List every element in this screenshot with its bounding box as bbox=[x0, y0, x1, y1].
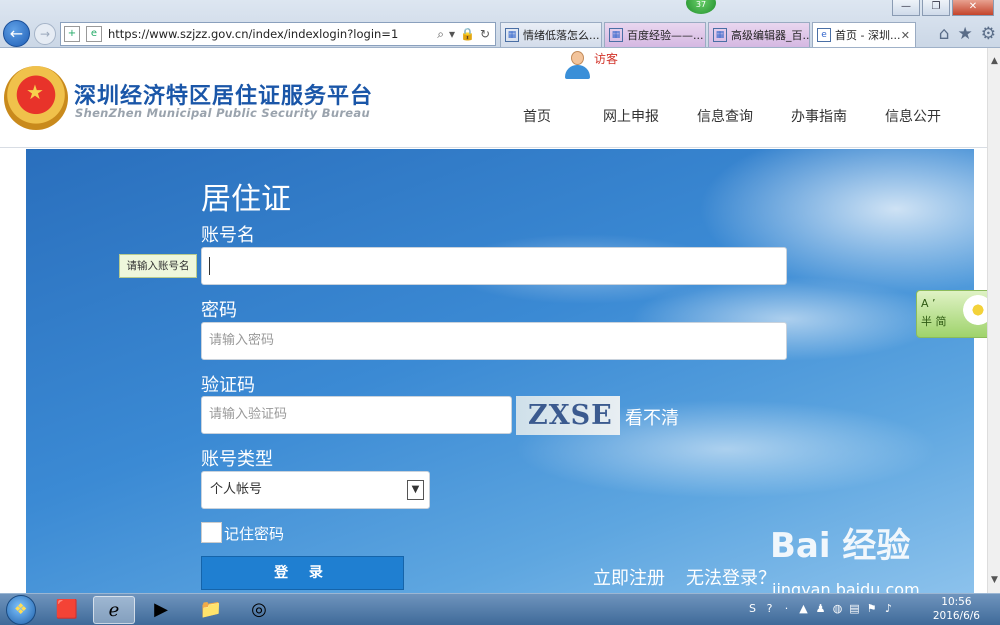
system-tray: S ? · ▲ ♟ ◍ ▤ ⚑ ♪ bbox=[746, 602, 895, 615]
close-button[interactable]: ✕ bbox=[952, 0, 994, 16]
remember-checkbox[interactable] bbox=[201, 522, 222, 543]
url-text[interactable]: https://www.szjzz.gov.cn/index/indexlogi… bbox=[105, 27, 437, 41]
visitor-info[interactable]: 访客 bbox=[562, 50, 618, 80]
account-type-label: 账号类型 bbox=[201, 449, 273, 470]
ie-taskbar-icon[interactable]: ℯ bbox=[93, 596, 135, 624]
clock-date: 2016/6/6 bbox=[932, 610, 980, 622]
flag-icon[interactable]: ⚑ bbox=[865, 602, 878, 615]
windows-flag-icon[interactable]: 🟥 bbox=[46, 596, 88, 624]
tab-2[interactable]: ▦ 高级编辑器_百... bbox=[708, 22, 810, 47]
taskbar: 🟥 ℯ ▶ 📁 ◎ S ? · ▲ ♟ ◍ ▤ ⚑ ♪ 10:56 2016/6… bbox=[0, 593, 1000, 625]
clock-time: 10:56 bbox=[941, 596, 972, 608]
browser-app-icon[interactable]: ◎ bbox=[238, 596, 280, 624]
nav-home[interactable]: 首页 bbox=[490, 106, 584, 126]
national-emblem-icon bbox=[4, 66, 68, 130]
browser-tools: ⌂ ★ ⚙ bbox=[939, 24, 996, 44]
tab-1[interactable]: ▦ 百度经验——... bbox=[604, 22, 706, 47]
password-label: 密码 bbox=[201, 300, 237, 321]
notification-badge[interactable]: 37 bbox=[686, 0, 716, 14]
arrow-right-icon: → bbox=[39, 27, 51, 41]
account-type-value: 个人帐号 bbox=[210, 482, 263, 497]
maximize-button[interactable]: ❐ bbox=[922, 0, 950, 16]
baidu-watermark: Bai 经验 bbox=[770, 526, 911, 566]
help-icon[interactable]: ? bbox=[763, 602, 776, 615]
address-bar[interactable]: + e https://www.szjzz.gov.cn/index/index… bbox=[60, 22, 496, 46]
clock[interactable]: 10:56 2016/6/6 bbox=[933, 595, 980, 623]
login-button[interactable]: 登 录 bbox=[201, 556, 404, 590]
scroll-up-icon[interactable]: ▲ bbox=[988, 56, 1000, 66]
ie-page-icon: e bbox=[86, 26, 102, 42]
arrow-left-icon: ← bbox=[9, 24, 24, 43]
visitor-label: 访客 bbox=[594, 51, 619, 66]
form-title: 居住证 bbox=[201, 182, 291, 217]
account-label: 账号名 bbox=[201, 225, 255, 246]
window-controls: — ❐ ✕ bbox=[892, 0, 994, 16]
tray-dot-icon[interactable]: · bbox=[780, 602, 793, 615]
captcha-label: 验证码 bbox=[201, 375, 255, 396]
close-tab-icon[interactable]: ✕ bbox=[901, 29, 915, 42]
minimize-button[interactable]: — bbox=[892, 0, 920, 16]
register-link[interactable]: 立即注册 bbox=[593, 564, 665, 590]
password-input[interactable]: 请输入密码 bbox=[201, 322, 787, 360]
site-header: 深圳经济特区居住证服务平台 ShenZhen Municipal Public … bbox=[0, 48, 987, 148]
nav-info-public[interactable]: 信息公开 bbox=[866, 106, 960, 126]
web-page: 深圳经济特区居住证服务平台 ShenZhen Municipal Public … bbox=[0, 48, 987, 593]
page-icon: ▦ bbox=[609, 28, 623, 42]
volume-icon[interactable]: ♪ bbox=[882, 602, 895, 615]
chevron-down-icon[interactable]: ▼ bbox=[407, 480, 424, 500]
scroll-down-icon[interactable]: ▼ bbox=[988, 575, 1000, 585]
remember-label: 记住密码 bbox=[224, 525, 285, 543]
account-input[interactable] bbox=[201, 247, 787, 285]
forward-button[interactable]: → bbox=[34, 23, 56, 45]
text-caret bbox=[209, 256, 210, 275]
captcha-input[interactable]: 请输入验证码 bbox=[201, 396, 512, 434]
back-button[interactable]: ← bbox=[3, 20, 30, 47]
refresh-captcha-link[interactable]: 看不清 bbox=[625, 404, 679, 430]
qq-icon[interactable]: ♟ bbox=[814, 602, 827, 615]
network-icon[interactable]: ▤ bbox=[848, 602, 861, 615]
tab-label: 情绪低落怎么... bbox=[523, 29, 600, 42]
browser-chrome: 37 — ❐ ✕ ← → + e https://www.szjzz.gov.c… bbox=[0, 0, 1000, 48]
star-icon[interactable]: ★ bbox=[958, 24, 973, 44]
nav-guide[interactable]: 办事指南 bbox=[772, 106, 866, 126]
lock-icon[interactable]: 🔒 bbox=[460, 27, 475, 42]
compat-view-icon[interactable]: + bbox=[64, 26, 80, 42]
tray-app-icon[interactable]: ◍ bbox=[831, 602, 844, 615]
media-player-icon[interactable]: ▶ bbox=[140, 596, 182, 624]
site-subtitle: ShenZhen Municipal Public Security Burea… bbox=[75, 106, 370, 120]
gear-icon[interactable]: ⚙ bbox=[981, 24, 996, 44]
search-icon[interactable]: ⌕ bbox=[437, 27, 444, 42]
sogou-icon[interactable]: S bbox=[746, 602, 759, 615]
tab-0[interactable]: ▦ 情绪低落怎么... bbox=[500, 22, 602, 47]
tab-label: 首页 - 深圳... bbox=[835, 29, 901, 42]
page-icon: ▦ bbox=[505, 28, 519, 42]
captcha-image[interactable]: ZXSE bbox=[516, 396, 620, 435]
page-scrollbar[interactable]: ▲ ▼ bbox=[987, 48, 1000, 593]
tab-label: 百度经验——... bbox=[627, 29, 704, 42]
address-tools: ⌕ ▾ 🔒 ↻ bbox=[437, 27, 495, 42]
tab-strip: ▦ 情绪低落怎么... ▦ 百度经验——... ▦ 高级编辑器_百... e 首页 - … bbox=[500, 22, 918, 47]
tray-arrow-icon[interactable]: ▲ bbox=[797, 602, 810, 615]
home-icon[interactable]: ⌂ bbox=[939, 24, 950, 44]
page-icon: ▦ bbox=[713, 28, 727, 42]
folder-icon[interactable]: 📁 bbox=[190, 596, 232, 624]
dropdown-icon[interactable]: ▾ bbox=[449, 27, 455, 42]
nav-online-apply[interactable]: 网上申报 bbox=[584, 106, 678, 126]
nav-info-query[interactable]: 信息查询 bbox=[678, 106, 772, 126]
main-nav: 首页 网上申报 信息查询 办事指南 信息公开 bbox=[490, 106, 960, 126]
tab-label: 高级编辑器_百... bbox=[731, 29, 810, 42]
tab-3[interactable]: e 首页 - 深圳... ✕ bbox=[812, 22, 916, 47]
start-button[interactable] bbox=[6, 595, 36, 625]
avatar-icon bbox=[562, 50, 592, 80]
account-type-select[interactable]: 个人帐号 ▼ bbox=[201, 471, 430, 509]
ie-page-icon: e bbox=[817, 28, 831, 42]
account-tooltip: 请输入账号名 bbox=[119, 254, 197, 278]
refresh-icon[interactable]: ↻ bbox=[480, 27, 490, 42]
cannot-login-link[interactable]: 无法登录？ bbox=[686, 564, 776, 590]
